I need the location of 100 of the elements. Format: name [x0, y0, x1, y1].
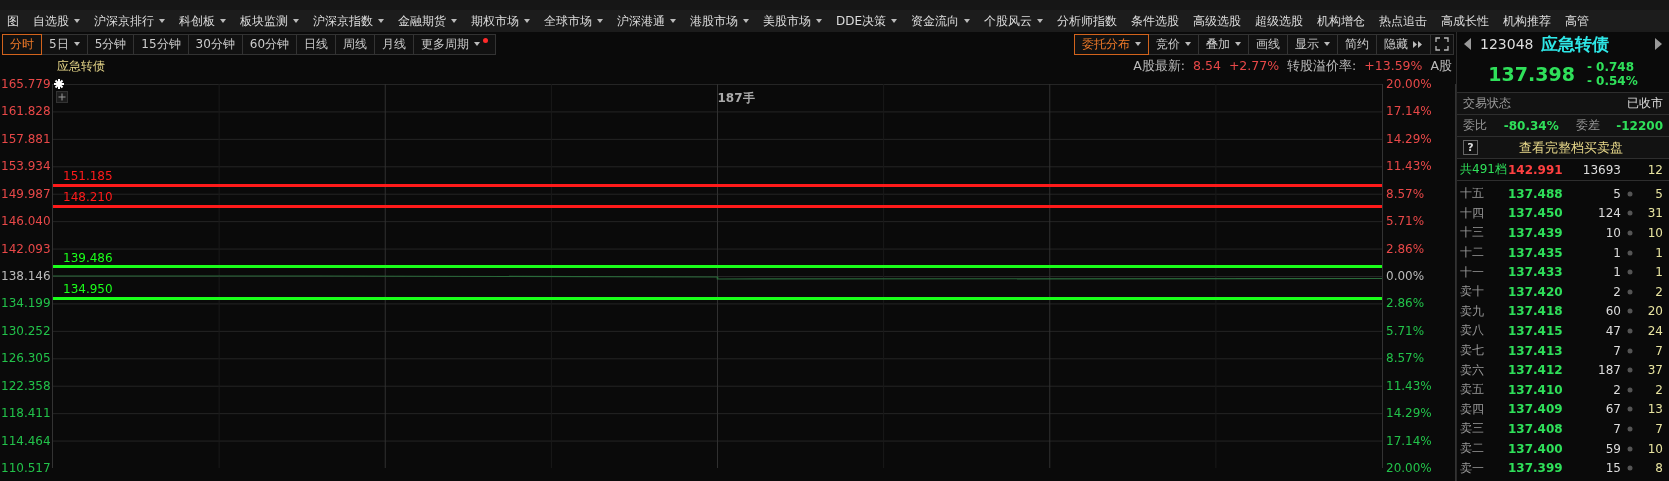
- menu-item[interactable]: 资金流向: [904, 12, 978, 30]
- ask-price: 137.420: [1508, 284, 1564, 299]
- menu-item[interactable]: 美股市场: [756, 12, 829, 30]
- ask-volume: 60: [1604, 304, 1621, 319]
- period-tab[interactable]: 30分钟: [188, 33, 243, 55]
- period-tab[interactable]: 分时: [2, 33, 42, 55]
- menu-item[interactable]: 全球市场: [537, 12, 610, 30]
- percent-axis-label: 11.43%: [1386, 158, 1432, 175]
- menu-item[interactable]: 图: [0, 12, 26, 30]
- menu-item[interactable]: DDE决策: [829, 12, 905, 30]
- period-tab[interactable]: 日线: [297, 33, 337, 55]
- caret-icon: [474, 42, 481, 46]
- ask-volume: 1: [1612, 245, 1621, 260]
- price-axis-label: 114.464: [1, 432, 51, 449]
- menu-item[interactable]: 沪深京排行: [87, 12, 172, 30]
- quote-info: A股: [1430, 57, 1452, 75]
- summary-count: 12: [1646, 162, 1663, 177]
- ask-level-label: 十三: [1460, 224, 1485, 242]
- menu-item[interactable]: 金融期货: [391, 12, 464, 30]
- toolbar-button[interactable]: 画线: [1249, 33, 1288, 55]
- percent-axis-label: 5.71%: [1386, 213, 1425, 230]
- ask-price: 137.409: [1508, 402, 1564, 417]
- toolbar-button[interactable]: 叠加: [1199, 33, 1249, 55]
- percent-axis-label: 0.00%: [1386, 268, 1425, 284]
- menu-item[interactable]: 条件选股: [1124, 12, 1187, 30]
- add-button[interactable]: [56, 91, 68, 103]
- menu-item[interactable]: 自选股: [26, 12, 87, 30]
- menu-item[interactable]: 期权市场: [464, 12, 537, 30]
- period-tab[interactable]: 15分钟: [134, 33, 189, 55]
- menu-item[interactable]: 板块监测: [233, 12, 306, 30]
- period-tab[interactable]: 5日: [42, 33, 88, 55]
- dot-icon: [1627, 288, 1633, 295]
- period-tab[interactable]: 周线: [336, 33, 376, 55]
- menu-item[interactable]: 高级选股: [1186, 12, 1249, 30]
- ask-volume: 47: [1604, 323, 1621, 338]
- ask-price: 137.408: [1508, 421, 1564, 436]
- fullscreen-button[interactable]: [1431, 33, 1454, 55]
- ask-price: 137.418: [1508, 304, 1564, 319]
- menu-item[interactable]: 高成长性: [1434, 12, 1497, 30]
- ask-price: 137.412: [1508, 363, 1564, 378]
- previous-icon[interactable]: [1463, 37, 1472, 51]
- ask-volume: 124: [1597, 206, 1621, 221]
- menu-item[interactable]: 港股市场: [683, 12, 756, 30]
- ask-volume: 10: [1604, 226, 1621, 240]
- price-axis-label: 122.358: [1, 377, 51, 394]
- toolbar-button[interactable]: 简约: [1338, 33, 1377, 55]
- caret-icon: [1037, 19, 1044, 23]
- ask-level-label: 卖九: [1460, 302, 1485, 320]
- ask-order-count: 7: [1654, 421, 1663, 436]
- summary-volume: 13693: [1581, 162, 1621, 177]
- toolbar-button[interactable]: 隐藏: [1377, 33, 1431, 55]
- caret-icon: [597, 19, 603, 23]
- ask-volume: 1: [1612, 265, 1621, 280]
- menu-item[interactable]: 机构推荐: [1496, 12, 1559, 30]
- ask-level-label: 十一: [1460, 263, 1485, 281]
- ask-order-count: 31: [1646, 206, 1663, 221]
- period-tab[interactable]: 月线: [375, 33, 415, 55]
- quote-info: 8.54: [1193, 57, 1221, 75]
- toolbar-button[interactable]: 委托分布: [1074, 33, 1149, 55]
- menu-item[interactable]: 沪深京指数: [306, 12, 391, 30]
- percent-change: - 0.54%: [1586, 74, 1638, 88]
- price-axis-label: 149.987: [1, 185, 51, 202]
- period-tab[interactable]: 5分钟: [87, 33, 135, 55]
- quote-info: +13.59%: [1364, 57, 1423, 75]
- percent-axis-label: 2.86%: [1386, 295, 1425, 312]
- price-axis-label: 142.093: [1, 240, 51, 257]
- ask-order-count: 2: [1654, 382, 1663, 397]
- help-button[interactable]: ?: [1463, 140, 1478, 155]
- ask-level-label: 卖一: [1460, 459, 1485, 477]
- price-axis-label: 138.146: [1, 268, 51, 284]
- dot-icon: [1627, 367, 1633, 374]
- menu-item[interactable]: 高管: [1558, 12, 1597, 30]
- caret-icon: [378, 19, 384, 23]
- menu-item[interactable]: 超级选股: [1248, 12, 1311, 30]
- ask-price: 137.410: [1508, 382, 1564, 397]
- ask-order-count: 10: [1646, 226, 1663, 240]
- diff-value: -12200: [1616, 118, 1663, 133]
- percent-axis-label: 17.14%: [1386, 103, 1432, 120]
- period-tab[interactable]: 60分钟: [242, 33, 298, 55]
- percent-axis-label: 11.43%: [1386, 377, 1432, 394]
- menu-item[interactable]: 机构增仓: [1310, 12, 1373, 30]
- full-book-button[interactable]: 查看完整档买卖盘: [1478, 138, 1663, 157]
- percent-axis-label: 14.29%: [1386, 405, 1432, 422]
- summary-price: 142.991: [1508, 162, 1564, 177]
- toolbar-button[interactable]: 显示: [1288, 33, 1338, 55]
- ask-level-label: 十四: [1460, 204, 1485, 222]
- menu-item[interactable]: 个股风云: [977, 12, 1051, 30]
- menu-item[interactable]: 分析师指数: [1050, 12, 1125, 30]
- ask-volume: 2: [1612, 284, 1621, 299]
- ask-order-count: 8: [1654, 461, 1663, 476]
- toolbar-button[interactable]: 竞价: [1149, 33, 1199, 55]
- menu-item[interactable]: 沪深港通: [610, 12, 683, 30]
- caret-icon: [220, 19, 226, 23]
- caret-icon: [891, 19, 898, 23]
- caret-icon: [1324, 42, 1330, 46]
- period-tab[interactable]: 更多周期: [414, 33, 497, 55]
- status-label: 交易状态: [1463, 95, 1511, 112]
- next-icon[interactable]: [1654, 37, 1663, 51]
- menu-item[interactable]: 科创板: [172, 12, 233, 30]
- menu-item[interactable]: 热点追击: [1372, 12, 1435, 30]
